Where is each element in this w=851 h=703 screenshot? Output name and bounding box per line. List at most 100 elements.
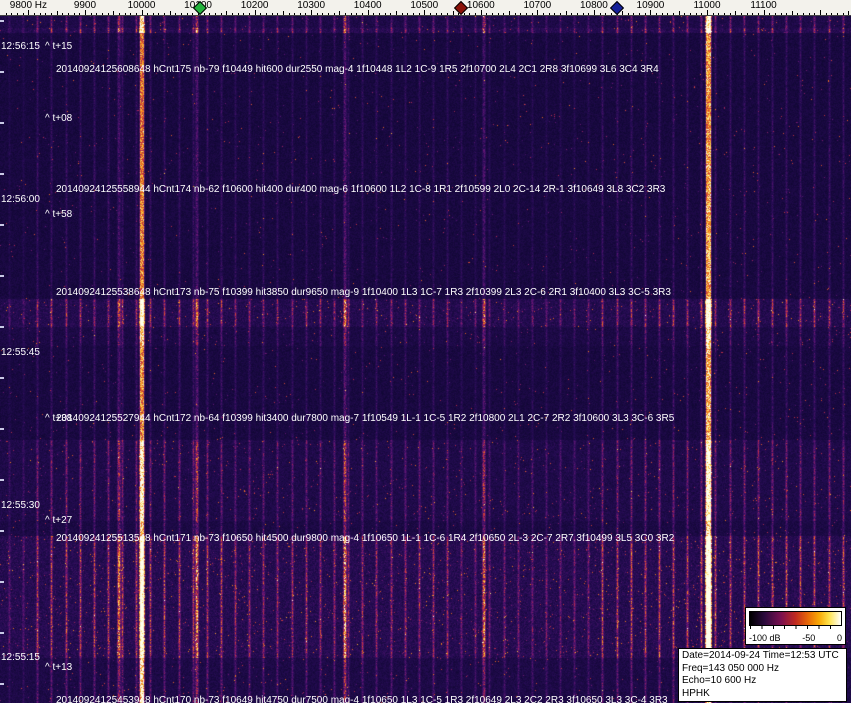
freq-scale-tick [390,13,391,15]
freq-scale-tick [571,13,572,15]
freq-scale-tick [238,13,239,15]
legend-label-max: 0 [837,633,842,643]
freq-scale-tick [600,13,601,15]
freq-scale-label: 9900 [74,1,96,11]
freq-scale-tick [17,13,18,15]
freq-scale-tick [243,13,244,15]
freq-scale-tick [407,13,408,15]
freq-scale-tick [379,13,380,15]
freq-scale-tick [373,13,374,15]
freq-scale-tick [119,13,120,15]
freq-scale-tick [113,11,114,15]
freq-scale-tick [351,13,352,15]
freq-scale-tick [419,13,420,15]
freq-scale-tick [221,13,222,15]
freq-scale-tick [57,11,58,15]
freq-scale-label: 9800 Hz [10,1,47,11]
freq-scale-tick [809,13,810,15]
freq-scale-tick [667,13,668,15]
freq-scale-tick [362,13,363,15]
freq-scale-tick [549,13,550,15]
freq-scale-tick [23,13,24,15]
freq-scale-tick [130,13,131,15]
freq-scale-tick [526,13,527,15]
freq-scale-tick [40,13,41,15]
freq-scale-tick [509,11,510,15]
freq-scale-tick [515,13,516,15]
freq-scale-tick [588,13,589,15]
spectrogram-canvas[interactable] [0,16,851,703]
freq-scale-tick [272,13,273,15]
freq-scale-tick [62,13,63,15]
freq-scale-tick [786,13,787,15]
freq-scale-tick [51,13,52,15]
freq-scale-tick [402,13,403,15]
freq-scale-tick [277,13,278,15]
freq-scale-tick [68,13,69,15]
freq-scale-tick [611,13,612,15]
freq-scale-tick [769,13,770,15]
freq-scale-tick [170,11,171,15]
freq-scale-tick [656,13,657,15]
freq-scale-tick [345,13,346,15]
freq-scale-tick [826,13,827,15]
freq-scale-tick [622,11,623,15]
freq-scale-tick [283,11,284,15]
freq-scale-tick [436,13,437,15]
freq-scale-label: 11100 [750,1,776,11]
status-info-box: Date=2014-09-24 Time=12:53 UTC Freq=143 … [678,648,847,702]
freq-scale-tick [797,13,798,15]
freq-scale-tick [820,10,821,15]
freq-scale-tick [775,13,776,15]
freq-scale-tick [396,11,397,15]
freq-scale-tick [690,13,691,15]
freq-scale-tick [520,13,521,15]
freq-scale-tick [430,13,431,15]
info-echo-freq: Echo=10 600 Hz [682,675,843,688]
freq-scale-tick [74,13,75,15]
freq-scale-tick [605,13,606,15]
freq-scale-tick [628,13,629,15]
freq-scale-tick [187,13,188,15]
freq-scale-label: 10800 [580,1,608,11]
frequency-scale-bar[interactable]: 9800 Hz990010000101001020010300104001050… [0,0,851,16]
freq-scale-tick [747,13,748,15]
freq-scale-tick [322,13,323,15]
freq-scale-tick [158,13,159,15]
freq-scale-tick [679,11,680,15]
freq-scale-tick [486,13,487,15]
db-color-legend: -100 dB -50 0 [745,607,846,645]
freq-scale-tick [328,13,329,15]
freq-scale-label: 10400 [354,1,382,11]
freq-scale-tick [696,13,697,15]
freq-scale-tick [91,13,92,15]
freq-scale-tick [831,13,832,15]
freq-scale-label: 10600 [467,1,495,11]
freq-scale-tick [96,13,97,15]
freq-scale-tick [583,13,584,15]
freq-scale-tick [848,11,849,15]
freq-scale-tick [45,13,46,15]
freq-scale-tick [560,13,561,15]
freq-scale-label: 10900 [637,1,665,11]
freq-scale-tick [300,13,301,15]
freq-scale-label: 10500 [410,1,438,11]
freq-scale-tick [317,13,318,15]
freq-scale-tick [718,13,719,15]
freq-scale-label: 10300 [297,1,325,11]
freq-scale-tick [543,13,544,15]
freq-scale-tick [34,13,35,15]
freq-scale-tick [266,13,267,15]
color-scale-labels: -100 dB -50 0 [749,633,842,643]
freq-scale-tick [447,13,448,15]
freq-scale-tick [503,13,504,15]
legend-label-min: -100 dB [749,633,781,643]
freq-scale-tick [469,13,470,15]
freq-scale-tick [684,13,685,15]
freq-scale-tick [11,13,12,15]
freq-scale-tick [843,13,844,15]
spectrogram-app: 12:56:15 12:56:00 12:55:45 12:55:30 12:55:15… [0,0,851,703]
freq-scale-tick [204,13,205,15]
freq-scale-tick [577,13,578,15]
freq-scale-tick [464,13,465,15]
